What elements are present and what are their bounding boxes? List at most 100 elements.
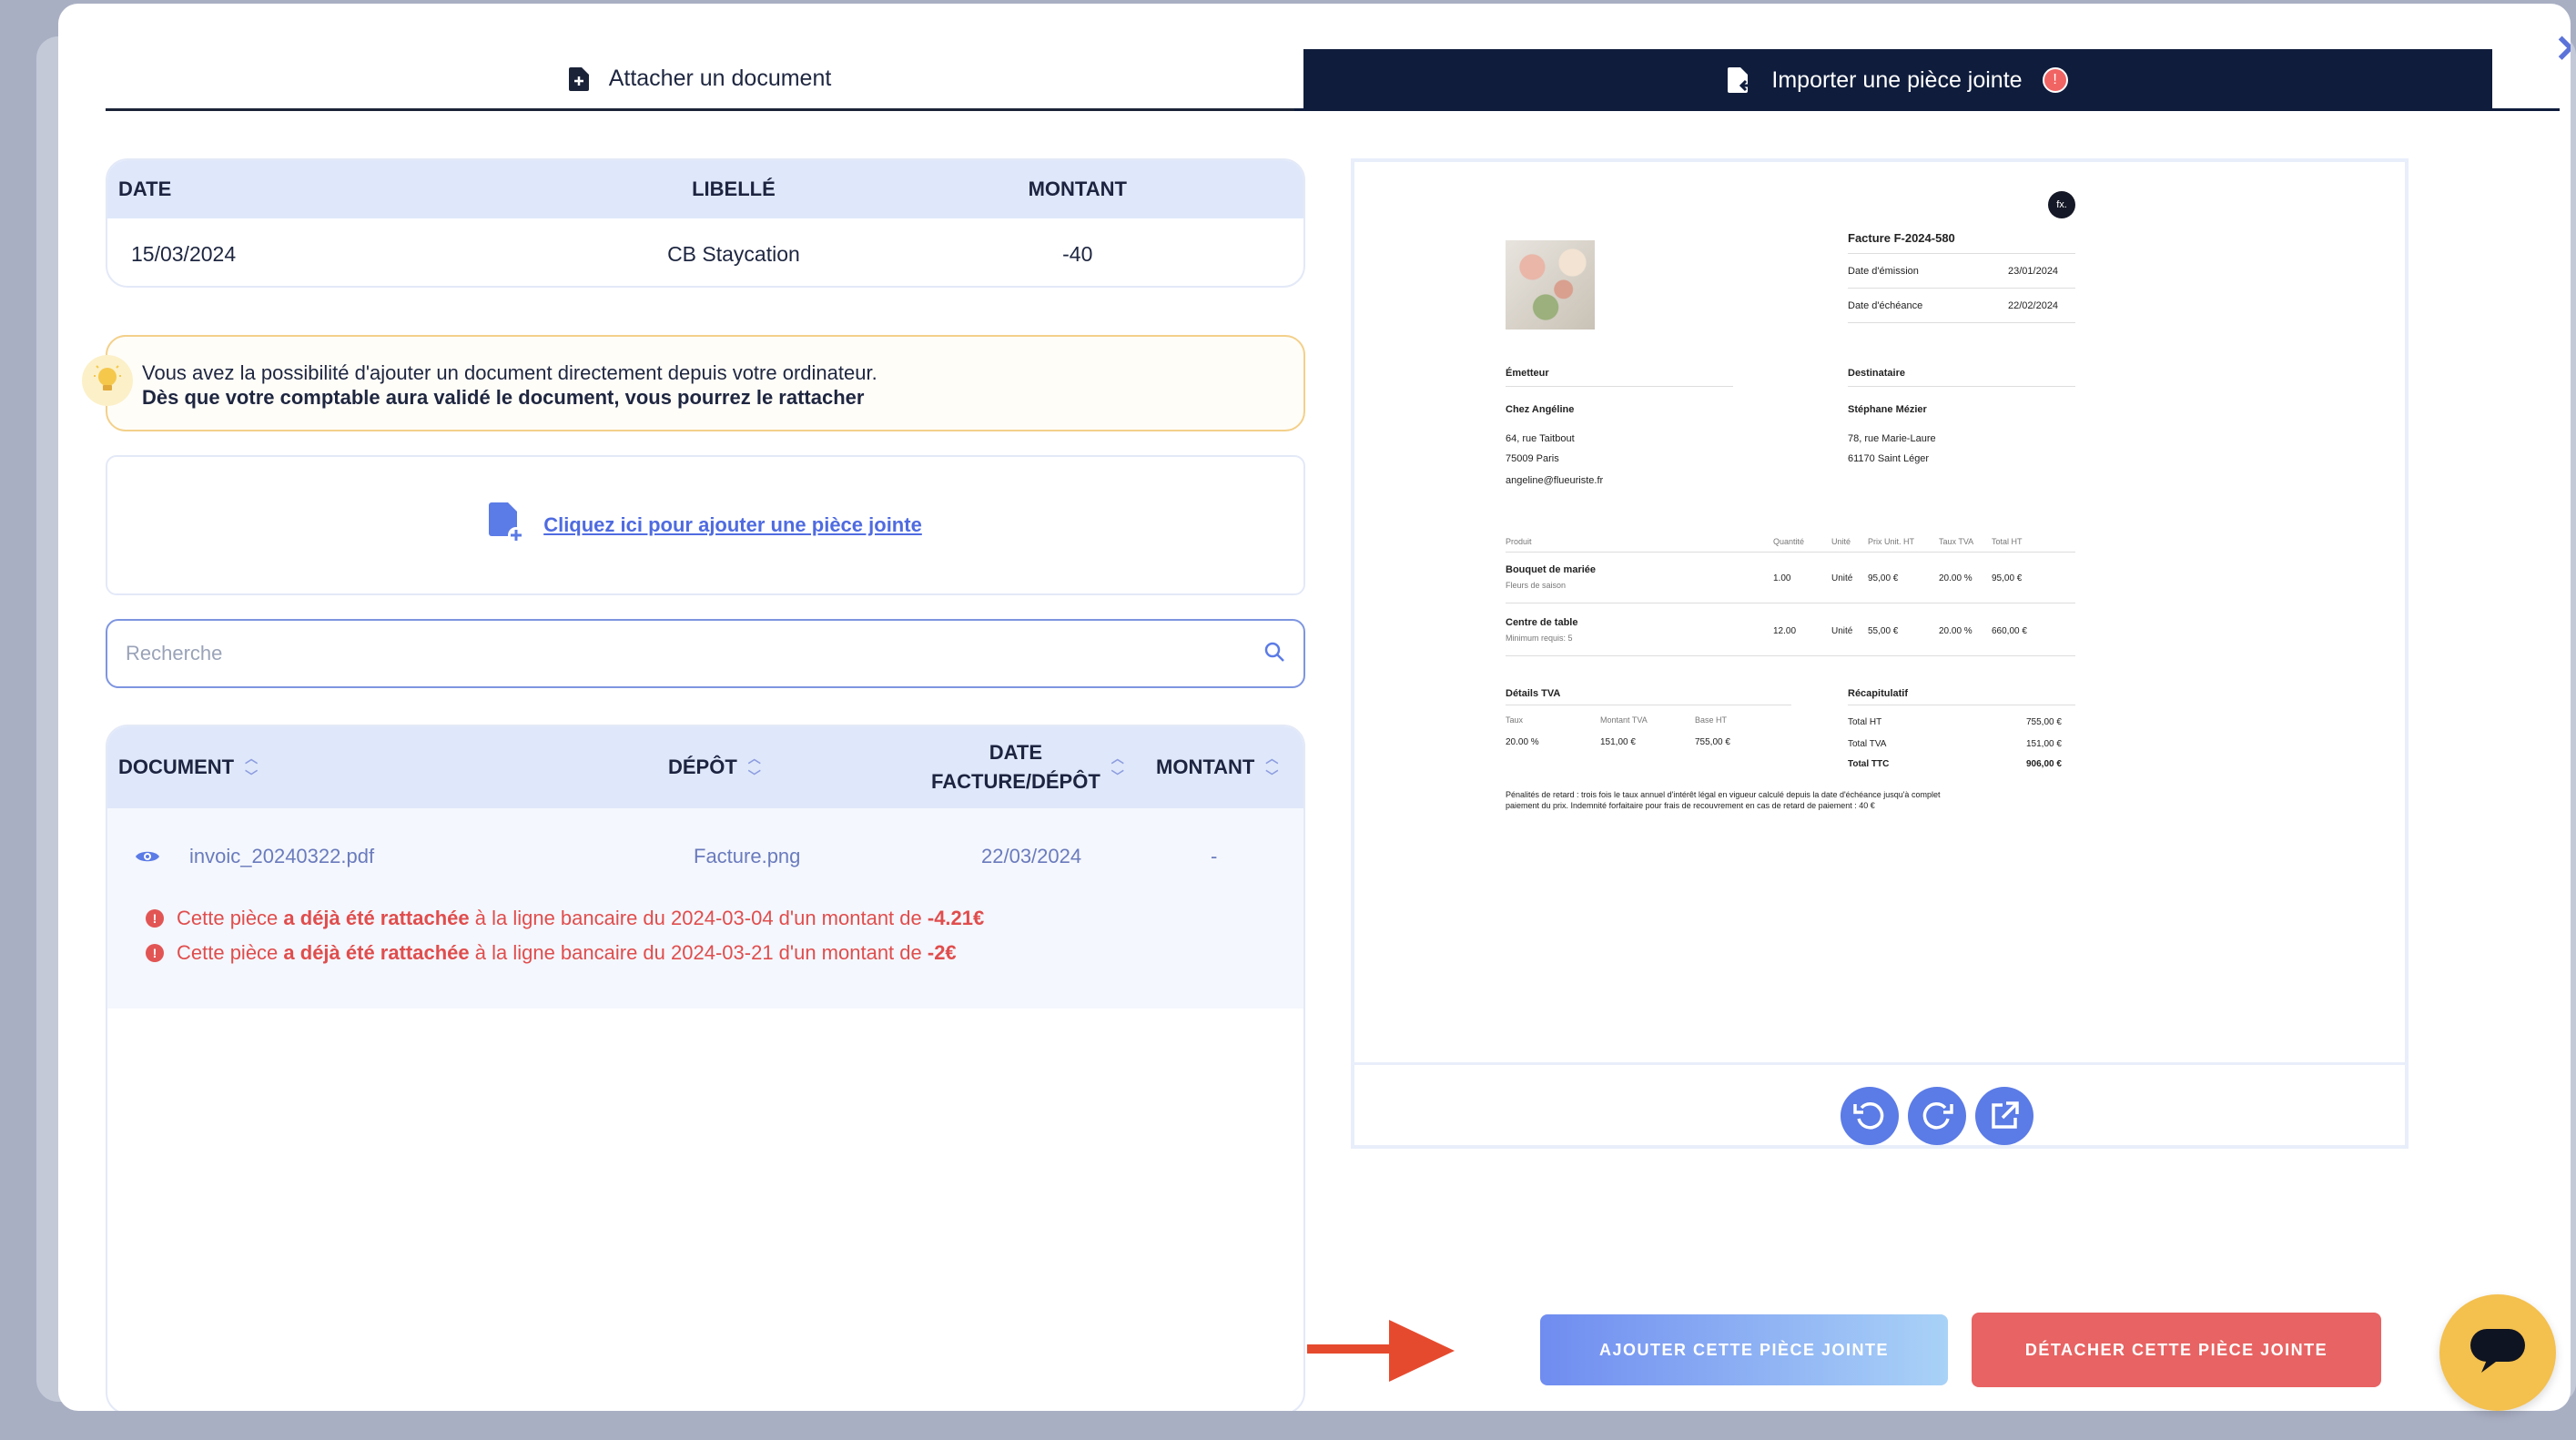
info-line-1: Vous avez la possibilité d'ajouter un do…: [142, 361, 877, 384]
col-montant[interactable]: MONTANT ︿ ﹀: [1156, 726, 1278, 808]
preview-canvas: fx. Facture F-2024-580 Date d'émission 2…: [1354, 162, 2405, 1065]
divider: [1506, 655, 2075, 656]
invoice-col: Taux TVA: [1939, 537, 1974, 546]
upload-link[interactable]: Cliquez ici pour ajouter une pièce joint…: [543, 513, 922, 537]
arrow-indicator: [1307, 1316, 1456, 1394]
col-date-label: DATE FACTURE/DÉPÔT: [931, 738, 1100, 796]
add-attachment-button[interactable]: AJOUTER CETTE PIÈCE JOINTE: [1540, 1314, 1948, 1385]
table-header: DATE LIBELLÉ MONTANT: [107, 160, 1303, 218]
invoice-col: Taux: [1506, 715, 1524, 725]
invoice-title: Facture F-2024-580: [1848, 231, 1955, 245]
invoice-text: Date d'émission: [1848, 266, 1919, 277]
search-input[interactable]: [126, 642, 1263, 665]
flower-photo: [1506, 240, 1595, 330]
sort-icon[interactable]: ︿ ﹀: [1265, 752, 1278, 783]
document-table: DOCUMENT ︿ ﹀ DÉPÔT ︿ ﹀ DATE FACTURE/DÉPÔT …: [106, 725, 1305, 1411]
eye-icon[interactable]: [135, 847, 160, 870]
invoice-item: 660,00 €: [1992, 626, 2027, 636]
invoice-text: 64, rue Taitbout: [1506, 433, 1575, 444]
invoice-text: Total TTC: [1848, 759, 1890, 769]
sort-icon[interactable]: ︿ ﹀: [1111, 752, 1124, 783]
invoice-text: Stéphane Mézier: [1848, 404, 1927, 415]
search-box[interactable]: [106, 619, 1305, 688]
invoice-text: 755,00 €: [2026, 717, 2062, 727]
invoice-text: 20.00 %: [1506, 737, 1539, 747]
col-libelle: LIBELLÉ: [692, 177, 776, 200]
invoice-item: 20.00 %: [1939, 573, 1973, 583]
col-document-label: DOCUMENT: [118, 755, 235, 778]
invoice-text: Détails TVA: [1506, 688, 1561, 699]
divider: [1848, 386, 2075, 387]
invoice-item: 95,00 €: [1992, 573, 2023, 583]
tab-attach-label: Attacher un document: [608, 66, 832, 91]
invoice-text: Total TVA: [1848, 739, 1887, 749]
invoice-text: Date d'échéance: [1848, 300, 1923, 311]
invoice-text: 906,00 €: [2026, 759, 2062, 769]
invoice-text: 151,00 €: [1600, 737, 1636, 747]
col-montant: MONTANT: [1028, 177, 1127, 200]
detach-attachment-button[interactable]: DÉTACHER CETTE PIÈCE JOINTE: [1972, 1313, 2381, 1387]
invoice-text: 22/02/2024: [2008, 300, 2059, 311]
table-row: 15/03/2024 CB Staycation -40: [107, 218, 1303, 286]
invoice-item: 95,00 €: [1868, 573, 1899, 583]
invoice-item: 12.00: [1773, 626, 1797, 636]
invoice-text: 755,00 €: [1695, 737, 1730, 747]
invoice-item: Unité: [1831, 573, 1853, 583]
info-line-2: Dès que votre comptable aura validé le d…: [142, 386, 865, 409]
col-depot[interactable]: DÉPÔT ︿ ﹀: [668, 726, 761, 808]
chat-icon: [2469, 1327, 2527, 1379]
invoice-text: Émetteur: [1506, 368, 1549, 379]
close-icon[interactable]: ✕: [2552, 30, 2571, 68]
document-montant: -: [1211, 845, 1218, 867]
sort-icon[interactable]: ︿ ﹀: [748, 752, 761, 783]
alert-icon: !: [146, 909, 164, 928]
cell-libelle: CB Staycation: [667, 241, 800, 266]
tab-import-attachment[interactable]: Importer une pièce jointe !: [1303, 49, 2492, 111]
rotate-right-icon[interactable]: [1908, 1087, 1966, 1145]
col-montant-label: MONTANT: [1156, 755, 1255, 778]
alert-badge: !: [2042, 67, 2068, 93]
invoice-footer: Pénalités de retard : trois fois le taux…: [1506, 790, 1941, 799]
invoice-item: 20.00 %: [1939, 626, 1973, 636]
sort-icon[interactable]: ︿ ﹀: [245, 752, 258, 783]
warning-message: ! Cette pièce a déjà été rattachée à la …: [146, 941, 957, 965]
invoice-text: 75009 Paris: [1506, 453, 1559, 464]
rotate-left-icon[interactable]: [1841, 1087, 1899, 1145]
col-document[interactable]: DOCUMENT ︿ ﹀: [118, 726, 258, 808]
tab-attach-document[interactable]: Attacher un document: [106, 49, 1294, 111]
invoice-text: 23/01/2024: [2008, 266, 2059, 277]
table-header: DOCUMENT ︿ ﹀ DÉPÔT ︿ ﹀ DATE FACTURE/DÉPÔT …: [107, 726, 1303, 808]
transaction-table: DATE LIBELLÉ MONTANT 15/03/2024 CB Stayc…: [106, 158, 1305, 288]
col-date-facture[interactable]: DATE FACTURE/DÉPÔT ︿ ﹀: [931, 726, 1124, 808]
warning-text: Cette pièce a déjà été rattachée à la li…: [177, 941, 957, 964]
attachment-modal: ✕ Attacher un document Importer une pièc…: [58, 4, 2571, 1411]
table-row[interactable]: invoic_20240322.pdf Facture.png 22/03/20…: [107, 837, 1303, 874]
divider: [1506, 386, 1733, 387]
alert-icon: !: [146, 944, 164, 962]
invoice-col: Quantité: [1773, 537, 1805, 546]
col-date: DATE: [118, 177, 172, 200]
col-date-line2: FACTURE/DÉPÔT: [931, 770, 1100, 793]
search-icon[interactable]: [1263, 641, 1285, 667]
warning-text: Cette pièce a déjà été rattachée à la li…: [177, 907, 985, 929]
divider: [1848, 253, 2075, 254]
divider: [1848, 322, 2075, 323]
file-add-icon: [489, 502, 525, 549]
invoice-text: Récapitulatif: [1848, 688, 1909, 699]
lightbulb-icon: [82, 355, 133, 406]
col-date-line1: DATE: [989, 741, 1043, 764]
invoice-image: fx. Facture F-2024-580 Date d'émission 2…: [1451, 175, 2125, 848]
invoice-text: angeline@flueuriste.fr: [1506, 475, 1604, 486]
invoice-col: Base HT: [1695, 715, 1728, 725]
invoice-item: 1.00: [1773, 573, 1791, 583]
invoice-item: Fleurs de saison: [1506, 581, 1567, 590]
invoice-text: 151,00 €: [2026, 739, 2062, 749]
external-link-icon[interactable]: [1975, 1087, 2033, 1145]
invoice-item: Minimum requis: 5: [1506, 634, 1573, 643]
invoice-text: Destinataire: [1848, 368, 1905, 379]
invoice-text: 78, rue Marie-Laure: [1848, 433, 1936, 444]
chat-button[interactable]: [2439, 1294, 2556, 1411]
invoice-col: Unité: [1831, 537, 1851, 546]
document-name[interactable]: invoic_20240322.pdf: [189, 845, 374, 868]
upload-dropzone[interactable]: Cliquez ici pour ajouter une pièce joint…: [106, 455, 1305, 595]
